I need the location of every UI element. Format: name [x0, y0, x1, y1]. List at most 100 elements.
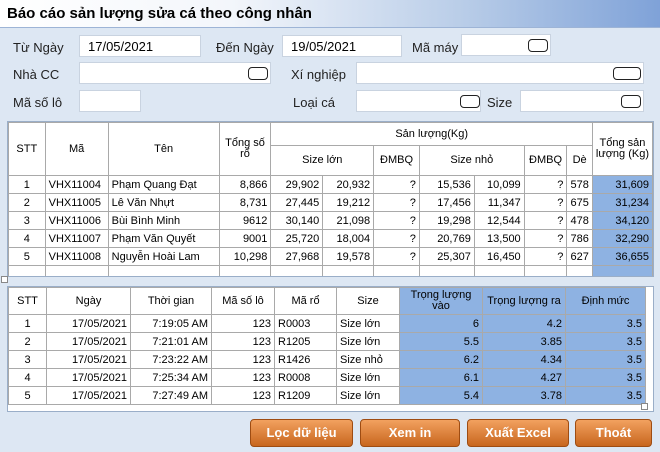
- de-cell[interactable]: 627: [566, 247, 593, 266]
- size-cell[interactable]: Size lớn: [336, 386, 400, 405]
- size-lon-cell[interactable]: 27,445: [270, 193, 324, 212]
- size-lon-cell[interactable]: 25,720: [270, 229, 324, 248]
- ma-cell[interactable]: VHX11005: [44, 193, 109, 212]
- size-lon-cell[interactable]: 20,932: [322, 175, 375, 194]
- col-header-ma-so-lo[interactable]: Mã số lô: [211, 287, 275, 315]
- size-nho-cell[interactable]: 19,298: [418, 211, 475, 230]
- col-header-trong-luong-vao[interactable]: Trọng lượng vào: [399, 287, 483, 315]
- tong-san-luong-cell[interactable]: 34,120: [591, 211, 653, 230]
- ma-so-lo-input[interactable]: [79, 90, 141, 112]
- col-header-dinh-muc[interactable]: Định mức: [565, 287, 646, 315]
- ngay-cell[interactable]: 17/05/2021: [46, 314, 131, 333]
- stt-cell[interactable]: 4: [8, 229, 46, 248]
- col-header-size-lon[interactable]: Size lớn: [270, 145, 375, 176]
- stt-cell[interactable]: 2: [8, 193, 46, 212]
- loc-du-lieu-button[interactable]: Lọc dữ liệu: [250, 419, 353, 447]
- dmbq-cell[interactable]: ?: [523, 193, 568, 212]
- thoi-gian-cell[interactable]: 7:25:34 AM: [130, 368, 212, 387]
- size-cell[interactable]: Size nhỏ: [336, 350, 400, 369]
- dmbq-cell[interactable]: ?: [523, 175, 568, 194]
- table-row[interactable]: 5 17/05/2021 7:27:49 AM 123 R1209 Size lớn 5.4…: [8, 386, 646, 405]
- xi-nghiep-select[interactable]: [356, 62, 644, 84]
- splitter-handle[interactable]: [1, 276, 8, 283]
- ma-ro-cell[interactable]: R0003: [274, 314, 337, 333]
- ngay-cell[interactable]: 17/05/2021: [46, 332, 131, 351]
- col-header-dmbq-2[interactable]: ĐMBQ: [523, 145, 568, 176]
- table-row[interactable]: 2 VHX11005 Lê Văn Nhựt 8,731 27,445 19,212? 17…: [8, 193, 653, 212]
- dinh-muc-cell[interactable]: 3.5: [565, 350, 646, 369]
- stt-cell[interactable]: 3: [8, 350, 47, 369]
- tong-so-ro-cell[interactable]: 10,298: [218, 247, 272, 266]
- stt-cell[interactable]: 1: [8, 314, 47, 333]
- size-lon-cell[interactable]: 30,140: [270, 211, 324, 230]
- dinh-muc-cell[interactable]: 3.5: [565, 368, 646, 387]
- dmbq-cell[interactable]: ?: [373, 175, 420, 194]
- tong-so-ro-cell[interactable]: 8,731: [218, 193, 272, 212]
- size-nho-cell[interactable]: 11,347: [473, 193, 525, 212]
- den-ngay-input[interactable]: 19/05/2021: [282, 35, 402, 57]
- de-cell[interactable]: 578: [566, 175, 593, 194]
- xi-nghiep-dropdown-icon[interactable]: [613, 67, 641, 80]
- ten-cell[interactable]: Bùi Bình Minh: [107, 211, 220, 230]
- trong-luong-vao-cell[interactable]: 6.2: [399, 350, 483, 369]
- ma-so-lo-cell[interactable]: 123: [211, 368, 275, 387]
- thoi-gian-cell[interactable]: 7:21:01 AM: [130, 332, 212, 351]
- table-row[interactable]: 1 17/05/2021 7:19:05 AM 123 R0003 Size lớn 6 4.…: [8, 314, 646, 333]
- ten-cell[interactable]: Nguyễn Hoài Lam: [107, 247, 220, 266]
- size-nho-cell[interactable]: 16,450: [473, 247, 525, 266]
- nha-cc-select[interactable]: [79, 62, 271, 84]
- thoi-gian-cell[interactable]: 7:27:49 AM: [130, 386, 212, 405]
- tong-san-luong-cell[interactable]: 36,655: [591, 247, 653, 266]
- table-row[interactable]: 3 VHX11006 Bùi Bình Minh 9612 30,140 21,098? 1…: [8, 211, 653, 230]
- size-nho-cell[interactable]: 25,307: [418, 247, 475, 266]
- ma-cell[interactable]: VHX11008: [44, 247, 109, 266]
- size-cell[interactable]: Size lớn: [336, 332, 400, 351]
- stt-cell[interactable]: 3: [8, 211, 46, 230]
- trong-luong-vao-cell[interactable]: 6.1: [399, 368, 483, 387]
- size-nho-cell[interactable]: 10,099: [473, 175, 525, 194]
- detail-grid[interactable]: STT Ngày Thời gian Mã số lô Mã rổ Size T…: [7, 286, 654, 412]
- de-cell[interactable]: 786: [566, 229, 593, 248]
- table-row[interactable]: 5 VHX11008 Nguyễn Hoài Lam 10,298 27,968 19,5…: [8, 247, 653, 266]
- tong-so-ro-cell[interactable]: 9001: [218, 229, 272, 248]
- summary-grid[interactable]: STT Mã Tên Tổng số rổ Sản lượng(Kg) Tổng…: [7, 121, 654, 277]
- col-header-san-luong[interactable]: Sản lượng(Kg): [270, 122, 593, 146]
- ma-cell[interactable]: VHX11006: [44, 211, 109, 230]
- table-row[interactable]: 1 VHX11004 Phạm Quang Đạt 8,866 29,902 20,932…: [8, 175, 653, 194]
- table-row[interactable]: 4 17/05/2021 7:25:34 AM 123 R0008 Size lớn 6.1…: [8, 368, 646, 387]
- dmbq-cell[interactable]: ?: [373, 211, 420, 230]
- col-header-ten[interactable]: Tên: [107, 122, 220, 176]
- trong-luong-ra-cell[interactable]: 3.85: [482, 332, 566, 351]
- col-header-size[interactable]: Size: [336, 287, 400, 315]
- ma-cell[interactable]: VHX11004: [44, 175, 109, 194]
- stt-cell[interactable]: 2: [8, 332, 47, 351]
- dmbq-cell[interactable]: ?: [523, 211, 568, 230]
- ten-cell[interactable]: Phạm Văn Quyết: [107, 229, 220, 248]
- tong-san-luong-cell[interactable]: 31,234: [591, 193, 653, 212]
- dinh-muc-cell[interactable]: 3.5: [565, 314, 646, 333]
- ma-may-dropdown-icon[interactable]: [528, 39, 548, 52]
- tong-san-luong-cell[interactable]: 32,290: [591, 229, 653, 248]
- size-lon-cell[interactable]: 27,968: [270, 247, 324, 266]
- table-row[interactable]: 4 VHX11007 Phạm Văn Quyết 9001 25,720 18,004?…: [8, 229, 653, 248]
- size-nho-cell[interactable]: 17,456: [418, 193, 475, 212]
- ma-ro-cell[interactable]: R1209: [274, 386, 337, 405]
- col-header-ma[interactable]: Mã: [44, 122, 109, 176]
- dmbq-cell[interactable]: ?: [523, 229, 568, 248]
- col-header-stt-detail[interactable]: STT: [8, 287, 47, 315]
- col-header-stt[interactable]: STT: [8, 122, 46, 176]
- dinh-muc-cell[interactable]: 3.5: [565, 332, 646, 351]
- resize-grip[interactable]: [641, 403, 648, 410]
- trong-luong-vao-cell[interactable]: 5.4: [399, 386, 483, 405]
- trong-luong-ra-cell[interactable]: 4.34: [482, 350, 566, 369]
- size-cell[interactable]: Size lớn: [336, 314, 400, 333]
- table-row[interactable]: 3 17/05/2021 7:23:22 AM 123 R1426 Size nhỏ 6.2…: [8, 350, 646, 369]
- xuat-excel-button[interactable]: Xuất Excel: [467, 419, 569, 447]
- xem-in-button[interactable]: Xem in: [360, 419, 460, 447]
- ma-so-lo-cell[interactable]: 123: [211, 386, 275, 405]
- de-cell[interactable]: 675: [566, 193, 593, 212]
- trong-luong-vao-cell[interactable]: 5.5: [399, 332, 483, 351]
- ma-ro-cell[interactable]: R1426: [274, 350, 337, 369]
- col-header-trong-luong-ra[interactable]: Trọng lượng ra: [482, 287, 566, 315]
- col-header-thoi-gian[interactable]: Thời gian: [130, 287, 212, 315]
